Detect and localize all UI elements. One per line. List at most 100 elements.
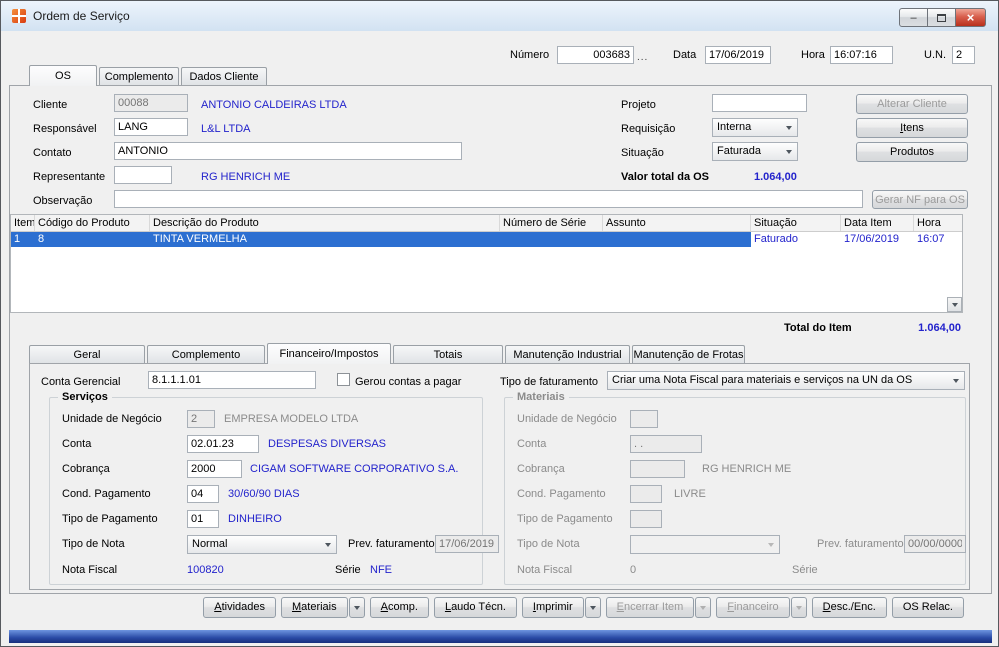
srv-serie-value: NFE	[370, 564, 392, 576]
materiais-button[interactable]: Materiais	[280, 597, 348, 618]
srv-prev-label: Prev. faturamento	[348, 538, 435, 550]
grid-col-hora[interactable]: Hora	[914, 215, 948, 231]
responsavel-code-input[interactable]	[114, 118, 188, 136]
grid-col-data-item[interactable]: Data Item	[841, 215, 914, 231]
observacao-input[interactable]	[114, 190, 863, 208]
srv-cond-label: Cond. Pagamento	[62, 488, 151, 500]
tab-manutencao-frotas[interactable]: Manutenção de Frotas	[632, 345, 745, 363]
cell-situacao: Faturado	[754, 233, 799, 245]
financeiro-dropdown-arrow	[790, 597, 807, 618]
representante-code-input[interactable]	[114, 166, 172, 184]
situacao-select[interactable]: Faturada	[712, 142, 798, 161]
hora-input[interactable]	[830, 46, 893, 64]
close-button[interactable]: ×	[955, 8, 986, 27]
srv-prev-input	[435, 535, 499, 553]
tab-complemento-sub[interactable]: Complemento	[147, 345, 265, 363]
cell-data-item: 17/06/2019	[844, 233, 900, 245]
srv-cond-input[interactable]	[187, 485, 219, 503]
mat-cond-label: Cond. Pagamento	[517, 488, 606, 500]
alterar-cliente-button: Alterar Cliente	[856, 94, 968, 114]
srv-conta-input[interactable]	[187, 435, 259, 453]
grid-header: Item Código do Produto Descrição do Prod…	[11, 215, 962, 232]
grid-col-descricao[interactable]: Descrição do Produto	[150, 215, 500, 231]
grid-row[interactable]: 1 8 TINTA VERMELHA Faturado 17/06/2019 1…	[11, 232, 962, 247]
numero-label: Número	[510, 49, 550, 61]
app-icon	[12, 9, 26, 23]
itens-button[interactable]: Itens	[856, 118, 968, 138]
srv-unidade-label: Unidade de Negócio	[62, 413, 162, 425]
srv-unidade-name: EMPRESA MODELO LTDA	[224, 413, 359, 425]
srv-tipo-pag-name: DINHEIRO	[228, 513, 282, 525]
os-relac-button[interactable]: OS Relac.	[891, 597, 964, 618]
requisicao-select[interactable]: Interna	[712, 118, 798, 137]
conta-gerencial-input[interactable]	[148, 371, 316, 389]
materiais-split-button: Materiais	[280, 597, 365, 618]
tipo-faturamento-select[interactable]: Criar uma Nota Fiscal para materiais e s…	[607, 371, 965, 390]
grid-col-assunto[interactable]: Assunto	[603, 215, 751, 231]
imprimir-button[interactable]: Imprimir	[521, 597, 584, 618]
requisicao-label: Requisição	[621, 123, 676, 135]
un-input[interactable]	[952, 46, 975, 64]
srv-cobranca-input[interactable]	[187, 460, 242, 478]
imprimir-split-button: Imprimir	[521, 597, 601, 618]
atividades-button[interactable]: Atividades	[203, 597, 276, 618]
tab-manutencao-industrial[interactable]: Manutenção Industrial	[505, 345, 630, 363]
encerrar-item-split-button: Encerrar Item	[605, 597, 712, 618]
items-grid: Item Código do Produto Descrição do Prod…	[10, 214, 963, 313]
cell-descricao: TINTA VERMELHA	[150, 232, 500, 247]
srv-tipo-nota-select[interactable]: Normal	[187, 535, 337, 554]
window-controls: – ×	[899, 8, 986, 27]
materiais-dropdown-arrow[interactable]	[348, 597, 365, 618]
grid-col-codigo[interactable]: Código do Produto	[35, 215, 150, 231]
gerou-contas-checkbox[interactable]	[337, 373, 350, 386]
desc-enc-button[interactable]: Desc./Enc.	[811, 597, 887, 618]
mat-cond-input	[630, 485, 662, 503]
maximize-button[interactable]	[927, 8, 956, 27]
tab-dados-cliente[interactable]: Dados Cliente	[181, 67, 267, 85]
tab-geral[interactable]: Geral	[29, 345, 145, 363]
tab-complemento[interactable]: Complemento	[99, 67, 179, 85]
numero-browse-button[interactable]: ...	[637, 53, 648, 63]
contato-label: Contato	[33, 147, 72, 159]
srv-tipo-nota-label: Tipo de Nota	[62, 538, 125, 550]
minimize-button[interactable]: –	[899, 8, 928, 27]
mat-unidade-label: Unidade de Negócio	[517, 413, 617, 425]
srv-serie-label: Série	[335, 564, 361, 576]
contato-input[interactable]	[114, 142, 462, 160]
chevron-down-icon	[700, 605, 707, 610]
mat-unidade-input	[630, 410, 658, 428]
gerou-contas-label: Gerou contas a pagar	[355, 376, 462, 388]
hora-label: Hora	[801, 49, 825, 61]
cell-assunto	[603, 232, 751, 247]
srv-unidade-input	[187, 410, 215, 428]
encerrar-item-button: Encerrar Item	[605, 597, 695, 618]
mat-prev-label: Prev. faturamento	[817, 538, 904, 550]
mat-nf-label: Nota Fiscal	[517, 564, 573, 576]
cell-codigo: 8	[35, 232, 150, 247]
ordem-de-servico-window: Ordem de Serviço – × Número ... Data Hor…	[0, 0, 999, 647]
grid-col-item[interactable]: Item	[11, 215, 35, 231]
footer-button-bar: Atividades Materiais Acomp. Laudo Técn. …	[9, 597, 964, 618]
observacao-label: Observação	[33, 195, 93, 207]
produtos-button[interactable]: Produtos	[856, 142, 968, 162]
projeto-input[interactable]	[712, 94, 807, 112]
mat-tipo-pag-label: Tipo de Pagamento	[517, 513, 613, 525]
mat-cobranca-name: RG HENRICH ME	[702, 463, 792, 475]
acomp-button[interactable]: Acomp.	[369, 597, 429, 618]
cliente-code-input	[114, 94, 188, 112]
laudo-tecn-button[interactable]: Laudo Técn.	[433, 597, 517, 618]
grid-scroll-down-button[interactable]	[947, 297, 962, 312]
responsavel-name-text: L&L LTDA	[201, 123, 251, 135]
tab-totais[interactable]: Totais	[393, 345, 503, 363]
grid-col-serie[interactable]: Número de Série	[500, 215, 603, 231]
grid-col-situacao[interactable]: Situação	[751, 215, 841, 231]
tab-financeiro-impostos[interactable]: Financeiro/Impostos	[267, 343, 391, 364]
gerar-nf-button: Gerar NF para OS	[872, 190, 968, 209]
srv-tipo-pag-input[interactable]	[187, 510, 219, 528]
imprimir-dropdown-arrow[interactable]	[584, 597, 601, 618]
data-input[interactable]	[705, 46, 771, 64]
tab-os[interactable]: OS	[29, 65, 97, 86]
numero-input[interactable]	[557, 46, 634, 64]
materiais-group: Materiais Unidade de Negócio Conta Cobra…	[504, 391, 966, 585]
representante-label: Representante	[33, 171, 106, 183]
